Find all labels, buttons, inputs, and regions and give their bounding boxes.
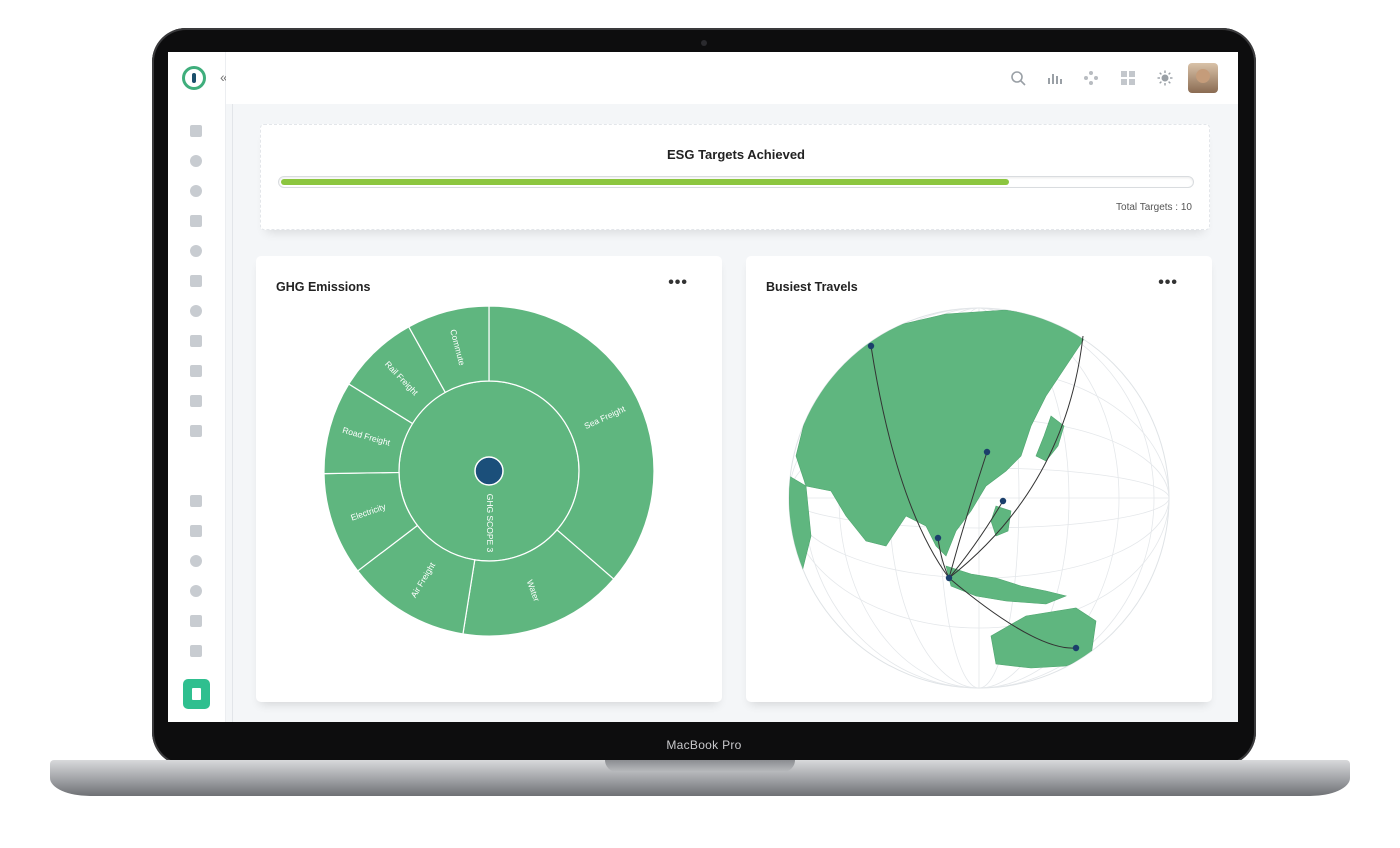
layout-icon[interactable]: [190, 425, 202, 437]
travel-point: [999, 497, 1007, 505]
camera: [701, 40, 707, 46]
sunburst-inner-label: GHG SCOPE 3: [485, 494, 495, 553]
ghg-emissions-card: GHG Emissions ••• Sea Freight Water Air Fr…: [256, 256, 722, 702]
sidebar: «: [168, 52, 228, 722]
calendar-icon[interactable]: [190, 495, 202, 507]
esg-targets-total: Total Targets : 10: [1116, 202, 1192, 213]
user-avatar[interactable]: [1188, 63, 1218, 93]
document-icon[interactable]: [190, 215, 202, 227]
pie-chart-icon[interactable]: [190, 305, 202, 317]
travel-point: [1072, 644, 1080, 652]
travel-point: [934, 534, 942, 542]
busiest-travels-card: Busiest Travels •••: [746, 256, 1212, 702]
travel-point: [867, 342, 875, 350]
top-bar: [226, 52, 1238, 104]
dashboard-icon[interactable]: [190, 125, 202, 137]
content-divider: [232, 104, 233, 722]
ghg-sunburst-chart: Sea FreightWaterAir FreightElectricityRo…: [323, 305, 655, 637]
app-logo[interactable]: [182, 66, 206, 90]
travel-point: [983, 448, 991, 456]
layers-icon[interactable]: [190, 335, 202, 347]
triangle-icon[interactable]: [190, 645, 202, 657]
travels-globe-map: [788, 307, 1170, 689]
laptop-notch: [605, 760, 795, 772]
search-icon[interactable]: [1010, 70, 1026, 86]
laptop-frame: MacBook Pro « ESG Targets Achieved Total…: [0, 0, 1400, 848]
globe-icon[interactable]: [190, 245, 202, 257]
sunburst-center: [474, 456, 504, 486]
sun-icon[interactable]: [1157, 70, 1173, 86]
device-brand: MacBook Pro: [666, 738, 742, 752]
user-icon[interactable]: [190, 185, 202, 197]
travel-point: [945, 574, 953, 582]
modules-icon[interactable]: [190, 155, 202, 167]
grid-icon[interactable]: [190, 615, 202, 627]
esg-targets-progress-fill: [281, 179, 1009, 185]
app-screen: « ESG Targets Achieved Total Targets: 1…: [168, 52, 1238, 722]
file-report-icon[interactable]: [183, 679, 210, 709]
donut-icon[interactable]: [190, 585, 202, 597]
report-icon[interactable]: [190, 365, 202, 377]
bank-icon[interactable]: [190, 275, 202, 287]
apps-grid-icon[interactable]: [1120, 70, 1136, 86]
bar-chart-icon[interactable]: [1046, 70, 1062, 86]
modules-icon-top[interactable]: [1083, 70, 1099, 86]
esg-targets-title: ESG Targets Achieved: [667, 147, 805, 162]
analytics-icon[interactable]: [190, 395, 202, 407]
esg-targets-progress: [278, 176, 1194, 188]
esg-targets-card: ESG Targets Achieved Total Targets : 10: [260, 124, 1210, 230]
hexagon-icon[interactable]: [190, 555, 202, 567]
scale-icon[interactable]: [190, 525, 202, 537]
